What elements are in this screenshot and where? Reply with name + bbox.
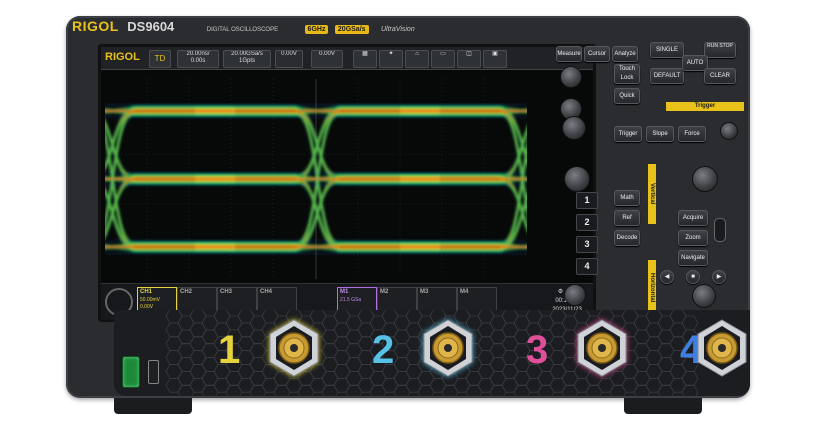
nav-stop-icon[interactable]: ■ [686, 270, 700, 284]
horizontal-position-knob[interactable] [692, 284, 716, 308]
device-subtitle: DIGITAL OSCILLOSCOPE [206, 27, 279, 33]
navigate-button[interactable]: Navigate [678, 250, 708, 266]
display-screen[interactable]: RIGOL TD 20.00ns/0.00s 20.00GSa/s 1Gpts 0… [98, 44, 596, 322]
scroll-wheel-icon[interactable] [714, 218, 726, 242]
power-button[interactable] [122, 356, 140, 388]
left-foot [114, 398, 192, 414]
screen-logo: RIGOL [105, 51, 140, 63]
channel-2-key[interactable]: 2 [576, 214, 598, 231]
right-foot [624, 398, 702, 414]
top-label-bar: RIGOL DS9604 DIGITAL OSCILLOSCOPE 6GHz 2… [72, 18, 552, 38]
horizontal-section-label: Horizontal [648, 260, 656, 316]
math-button[interactable]: Math [614, 190, 640, 206]
control-panel: Measure Cursor Analyze SINGLE RUN STOP D… [554, 38, 744, 316]
trigger-level-button[interactable]: 0.00V [311, 50, 343, 68]
series-name: UltraVision [381, 26, 415, 33]
input-panel: 1 2 3 4 [114, 310, 750, 396]
channel-2-label: 2 [372, 328, 395, 372]
acquire-button[interactable]: 20.00GSa/s 1Gpts [223, 50, 271, 68]
oscilloscope-body: RIGOL DS9604 DIGITAL OSCILLOSCOPE 6GHz 2… [66, 16, 750, 398]
trigger-level-knob[interactable] [720, 122, 738, 140]
mode-button[interactable]: TD [149, 50, 171, 68]
channel-3-key[interactable]: 3 [576, 236, 598, 253]
multipurpose-knob-a[interactable] [560, 66, 582, 88]
vertical-scale-knob[interactable] [564, 284, 586, 306]
trigger-button[interactable]: Trigger [614, 126, 642, 142]
level-knob[interactable] [562, 116, 586, 140]
vertical-section-label: Vertical [648, 164, 656, 224]
decode-button[interactable]: Decode [614, 230, 640, 246]
channel-3-label: 3 [526, 328, 549, 372]
channel-1-label: 1 [218, 328, 241, 372]
channel-4-connector[interactable] [692, 318, 752, 378]
ref-button[interactable]: Ref [614, 210, 640, 226]
nav-right-icon[interactable]: ▶ [712, 270, 726, 284]
toolbar-icon-4[interactable]: ▭ [431, 50, 455, 68]
waveform-area[interactable] [105, 79, 527, 279]
channel-1-connector[interactable] [264, 318, 324, 378]
single-button[interactable]: SINGLE [650, 42, 684, 58]
analyze-button[interactable]: Analyze [612, 46, 638, 62]
trigger-section-label: Trigger [666, 102, 744, 111]
run-stop-button[interactable]: RUN STOP [704, 42, 736, 58]
cursor-button[interactable]: Cursor [584, 46, 610, 62]
sample-rate-badge: 20GSa/s [334, 25, 369, 34]
toolbar-icon-2[interactable]: ✦ [379, 50, 403, 68]
channel-2-connector[interactable] [418, 318, 478, 378]
quick-button[interactable]: Quick [614, 88, 640, 104]
screen-toolbar: RIGOL TD 20.00ns/0.00s 20.00GSa/s 1Gpts 0… [101, 47, 593, 70]
acquire-key[interactable]: Acquire [678, 210, 708, 226]
touch-lock-button[interactable]: Touch Lock [614, 64, 640, 84]
measure-button[interactable]: Measure [556, 46, 582, 62]
toolbar-icon-1[interactable]: ▦ [353, 50, 377, 68]
channel-3-connector[interactable] [572, 318, 632, 378]
channel-4-key[interactable]: 4 [576, 258, 598, 275]
trigger-status[interactable]: 0.00V [275, 50, 303, 68]
zoom-button[interactable]: Zoom [678, 230, 708, 246]
toolbar-icon-5[interactable]: ◫ [457, 50, 481, 68]
toolbar-icon-6[interactable]: ▣ [483, 50, 507, 68]
force-button[interactable]: Force [678, 126, 706, 142]
clear-button[interactable]: CLEAR [704, 68, 736, 84]
timebase-button[interactable]: 20.00ns/0.00s [177, 50, 219, 68]
usb-port[interactable] [148, 360, 159, 384]
default-button[interactable]: DEFAULT [650, 68, 684, 84]
slope-button[interactable]: Slope [646, 126, 674, 142]
model-name: DS9604 [127, 19, 175, 34]
toolbar-icon-3[interactable]: ⌂ [405, 50, 429, 68]
vertical-position-knob[interactable] [564, 166, 590, 192]
channel-1-key[interactable]: 1 [576, 192, 598, 209]
bandwidth-badge: 6GHz [304, 25, 329, 34]
nav-left-icon[interactable]: ◀ [660, 270, 674, 284]
horizontal-scale-knob[interactable] [692, 166, 718, 192]
brand-logo: RIGOL [72, 18, 119, 34]
